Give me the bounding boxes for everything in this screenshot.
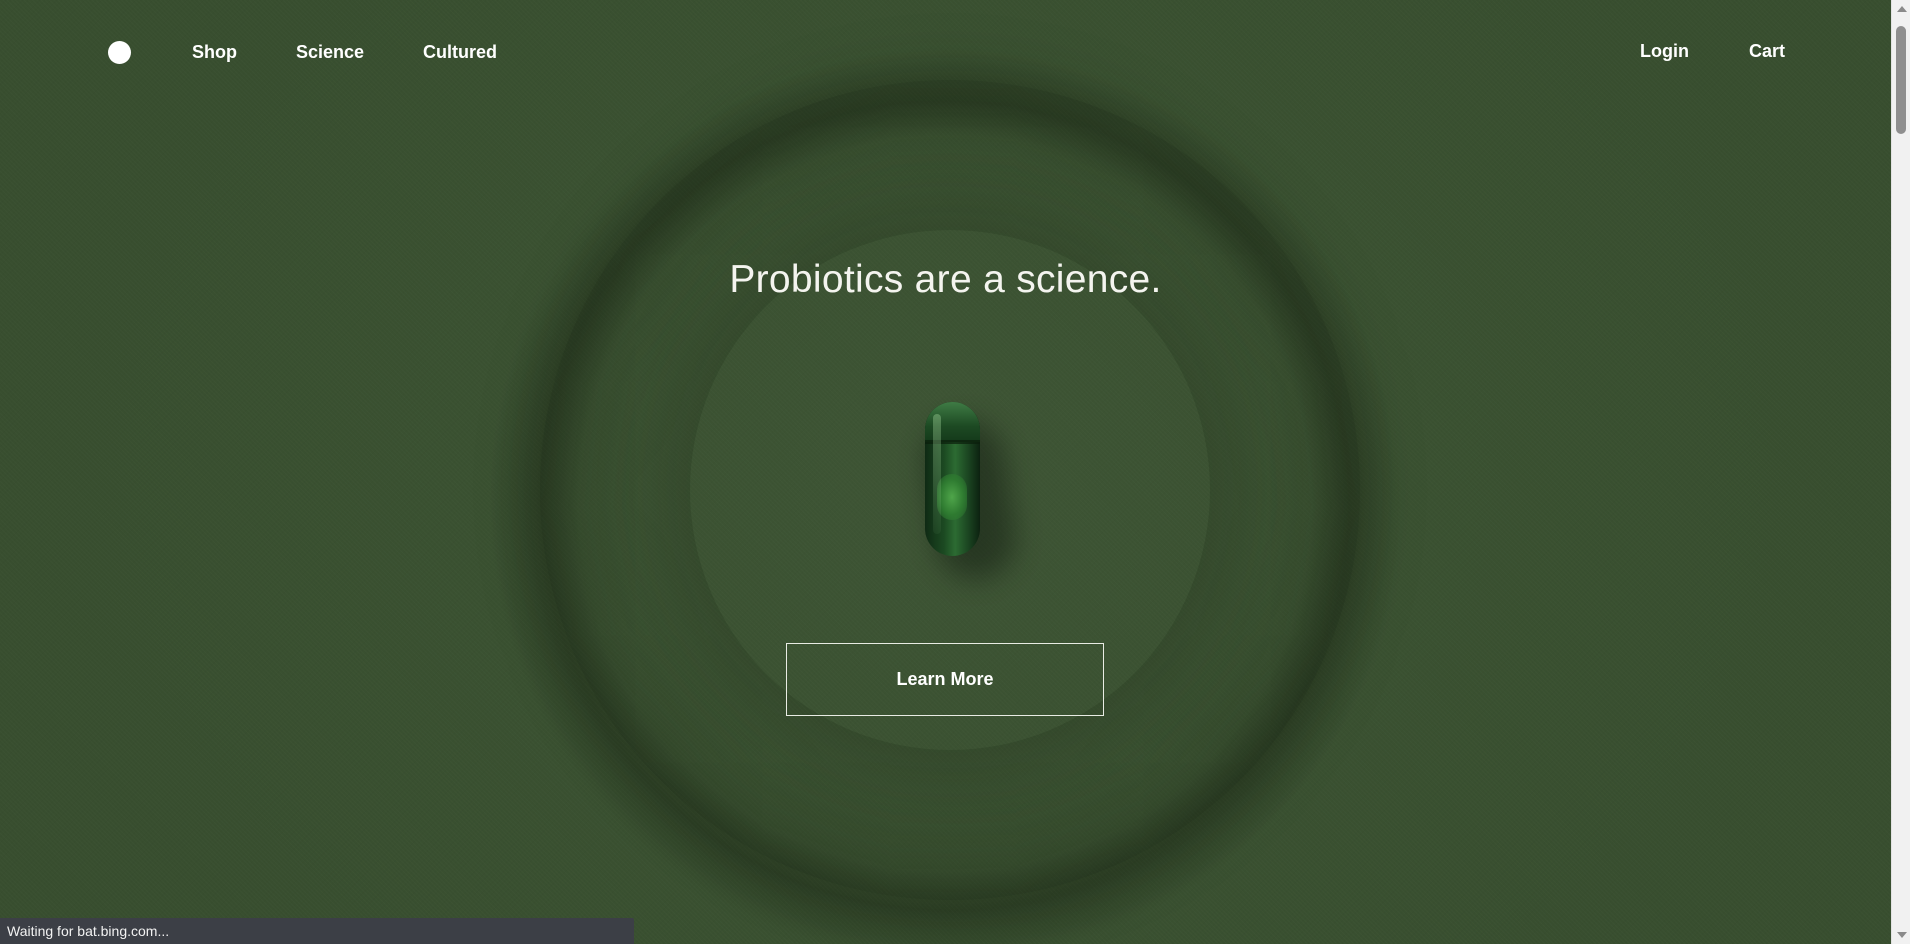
scrollbar-thumb[interactable] — [1896, 26, 1906, 134]
nav-link-cultured[interactable]: Cultured — [423, 41, 497, 63]
circle-logo-icon[interactable] — [108, 41, 131, 64]
nav-link-science[interactable]: Science — [296, 41, 364, 63]
learn-more-button[interactable]: Learn More — [786, 643, 1104, 716]
scroll-up-arrow-icon[interactable] — [1897, 6, 1907, 12]
capsule-glow — [937, 474, 967, 520]
nav-link-cart[interactable]: Cart — [1749, 40, 1785, 62]
capsule-highlight — [933, 414, 941, 534]
capsule-icon — [925, 402, 980, 556]
browser-status-bar: Waiting for bat.bing.com... — [0, 918, 634, 944]
hero-section: Shop Science Cultured Login Cart Probiot… — [0, 0, 1891, 944]
nav-link-shop[interactable]: Shop — [192, 41, 237, 63]
scroll-down-arrow-icon[interactable] — [1897, 932, 1907, 938]
site-header: Shop Science Cultured Login Cart — [0, 0, 1891, 100]
nav-link-login[interactable]: Login — [1640, 40, 1689, 62]
hero-headline: Probiotics are a science. — [729, 258, 1162, 302]
page-scrollbar[interactable] — [1891, 0, 1910, 944]
